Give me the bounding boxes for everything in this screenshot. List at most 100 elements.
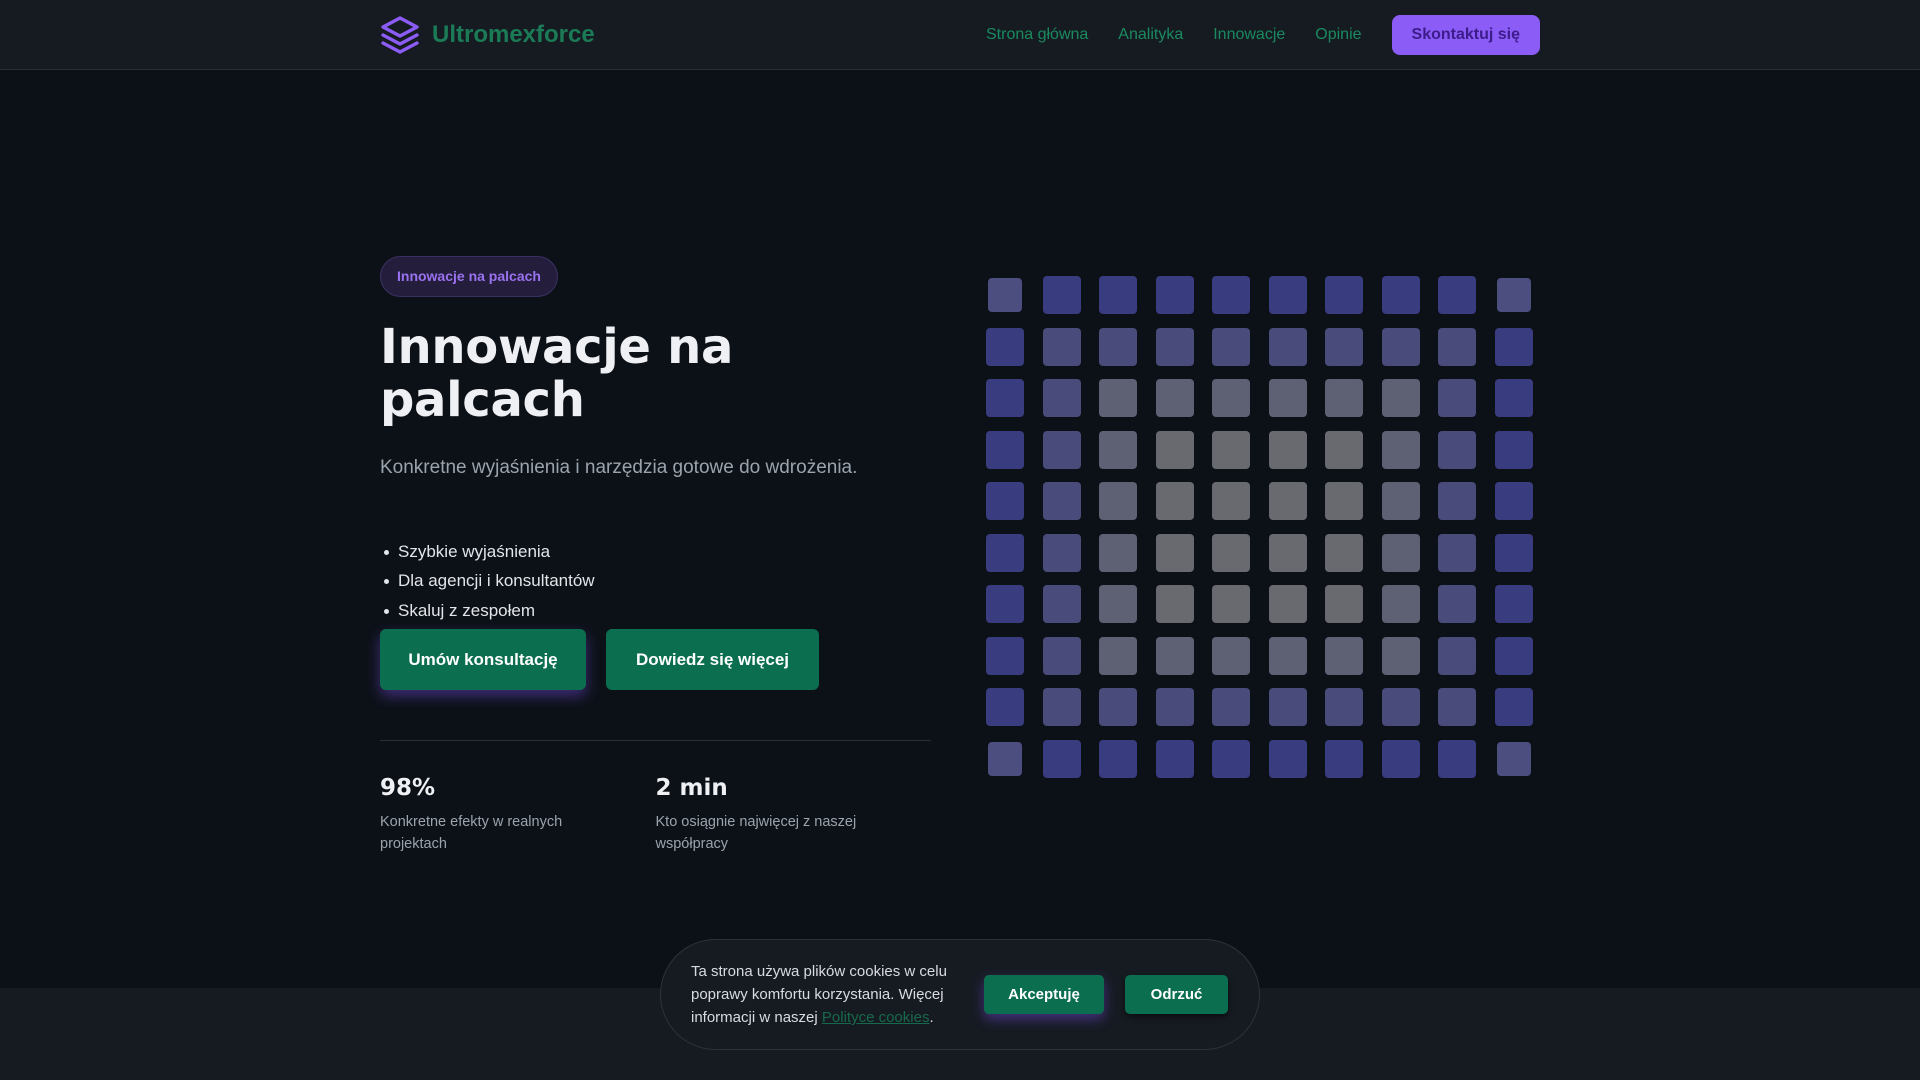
book-consultation-button[interactable]: Umów konsultację (380, 629, 586, 691)
grid-tile (1325, 430, 1363, 469)
learn-more-button[interactable]: Dowiedz się więcej (606, 629, 819, 691)
feature-list: Szybkie wyjaśnienia Dla agencji i konsul… (380, 537, 931, 626)
grid-tile (1438, 533, 1476, 572)
grid-tile (986, 430, 1024, 469)
grid-tile (1381, 585, 1420, 623)
site-header: Ultromexforce Strona główna Analityka In… (0, 0, 1920, 70)
hero-badge: Innowacje na palcach (380, 256, 558, 297)
grid-tile (1438, 739, 1476, 778)
hero-divider (380, 740, 931, 742)
decorative-tile-grid (986, 276, 1550, 782)
grid-tile (986, 585, 1024, 623)
grid-tile (1438, 430, 1476, 469)
grid-tile (1212, 276, 1250, 314)
grid-tile (1381, 327, 1420, 366)
grid-tile (1494, 585, 1533, 623)
hero-title: Innowacje na palcach (380, 319, 734, 428)
grid-tile (1042, 327, 1081, 366)
grid-tile (1496, 741, 1531, 776)
grid-tile (1494, 636, 1533, 675)
brand-name: Ultromexforce (432, 21, 595, 48)
hero-cta-row: Umów konsultację Dowiedz się więcej (380, 629, 931, 691)
cookie-policy-link[interactable]: Polityce cookies (822, 1009, 930, 1026)
grid-tile (1325, 533, 1363, 572)
grid-tile (1494, 533, 1533, 572)
grid-tile (1212, 585, 1250, 623)
stat-item: 2 min Kto osiągnie najwięcej z naszej ws… (656, 775, 932, 855)
grid-tile (1042, 276, 1081, 314)
grid-tile (1155, 688, 1194, 726)
stats-row: 98% Konkretne efekty w realnych projekta… (380, 775, 931, 855)
grid-tile (1042, 636, 1081, 675)
grid-tile (1325, 482, 1363, 520)
grid-tile (1268, 430, 1307, 469)
nav-link-analytics[interactable]: Analityka (1118, 26, 1183, 44)
grid-tile (1325, 636, 1363, 675)
grid-tile (1438, 276, 1476, 314)
cookie-accept-button[interactable]: Akceptuję (984, 975, 1104, 1014)
grid-tile (1438, 636, 1476, 675)
grid-tile (1155, 636, 1194, 675)
grid-tile (1325, 276, 1363, 314)
grid-tile (1438, 379, 1476, 417)
grid-tile (1494, 482, 1533, 520)
grid-tile (986, 379, 1024, 417)
stat-item: 98% Konkretne efekty w realnych projekta… (380, 775, 656, 855)
cookie-banner: Ta strona używa plików cookies w celu po… (660, 939, 1260, 1050)
grid-tile (1099, 430, 1137, 469)
grid-tile (1042, 688, 1081, 726)
grid-tile (1099, 533, 1137, 572)
grid-tile (1212, 327, 1250, 366)
cookie-message: Ta strona używa plików cookies w celu po… (691, 960, 961, 1029)
grid-tile (988, 741, 1022, 776)
grid-tile (1155, 430, 1194, 469)
nav-link-innovations[interactable]: Innowacje (1213, 26, 1285, 44)
grid-tile (1496, 278, 1531, 312)
feature-item: Dla agencji i konsultantów (384, 566, 931, 596)
stat-label: Konkretne efekty w realnych projektach (380, 814, 563, 853)
grid-tile (1042, 430, 1081, 469)
grid-tile (988, 278, 1022, 312)
nav-link-home[interactable]: Strona główna (986, 26, 1088, 44)
grid-tile (1268, 688, 1307, 726)
feature-item: Szybkie wyjaśnienia (384, 537, 931, 567)
nav-link-reviews[interactable]: Opinie (1315, 26, 1361, 44)
grid-tile (1099, 276, 1137, 314)
grid-tile (1212, 482, 1250, 520)
grid-tile (1381, 688, 1420, 726)
grid-tile (1099, 636, 1137, 675)
grid-tile (1381, 533, 1420, 572)
grid-tile (1268, 327, 1307, 366)
grid-tile (1212, 533, 1250, 572)
cookie-reject-button[interactable]: Odrzuć (1125, 975, 1228, 1014)
grid-tile (1381, 636, 1420, 675)
grid-tile (1212, 636, 1250, 675)
grid-tile (1099, 585, 1137, 623)
grid-tile (1381, 739, 1420, 778)
layers-icon (381, 16, 419, 54)
grid-tile (1042, 585, 1081, 623)
grid-tile (1438, 585, 1476, 623)
grid-tile (1155, 327, 1194, 366)
grid-tile (1268, 739, 1307, 778)
grid-tile (986, 688, 1024, 726)
grid-tile (1212, 430, 1250, 469)
grid-tile (1438, 482, 1476, 520)
brand-logo[interactable]: Ultromexforce (380, 14, 595, 56)
grid-tile (1494, 430, 1533, 469)
grid-tile (1155, 482, 1194, 520)
grid-tile (1212, 739, 1250, 778)
grid-tile (986, 636, 1024, 675)
grid-tile (1099, 327, 1137, 366)
hero-content: Innowacje na palcach Innowacje na palcac… (380, 256, 931, 855)
grid-tile (1268, 276, 1307, 314)
main-nav: Strona główna Analityka Innowacje Opinie… (986, 15, 1540, 55)
stat-value: 98% (380, 775, 436, 802)
grid-tile (1155, 276, 1194, 314)
grid-tile (1494, 327, 1533, 366)
grid-tile (1099, 739, 1137, 778)
grid-tile (1438, 688, 1476, 726)
grid-tile (986, 533, 1024, 572)
grid-tile (1381, 276, 1420, 314)
contact-button[interactable]: Skontaktuj się (1391, 15, 1540, 55)
